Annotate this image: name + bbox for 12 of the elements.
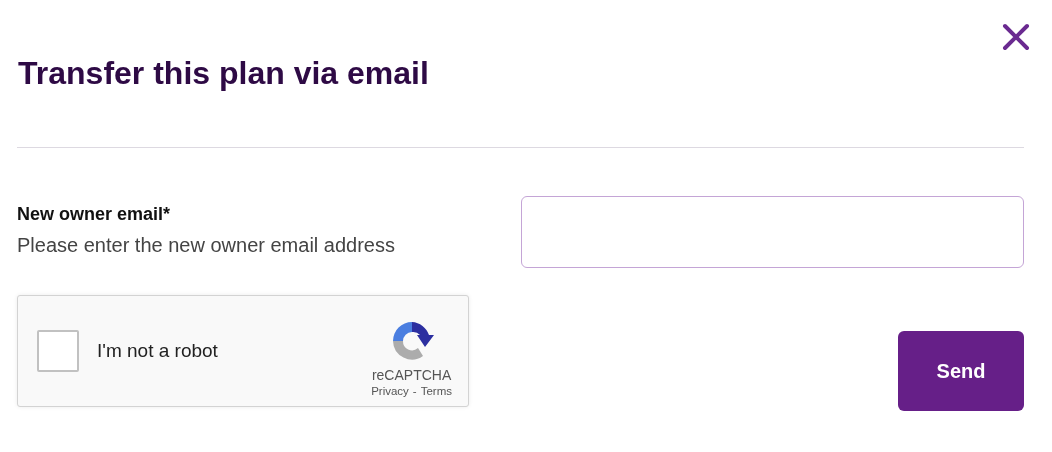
captcha-checkbox[interactable]: [37, 330, 79, 372]
terms-link[interactable]: Terms: [420, 385, 452, 397]
email-input[interactable]: [521, 196, 1024, 268]
dialog-title: Transfer this plan via email: [18, 55, 429, 92]
send-button[interactable]: Send: [898, 331, 1024, 411]
field-hint: Please enter the new owner email address: [17, 234, 395, 257]
link-separator: -: [412, 385, 417, 397]
captcha-label: I'm not a robot: [97, 340, 219, 362]
field-label: New owner email*: [17, 204, 172, 225]
close-button[interactable]: [1002, 23, 1030, 51]
privacy-link[interactable]: Privacy: [371, 385, 409, 397]
captcha-brand: reCAPTCHA: [371, 367, 452, 383]
